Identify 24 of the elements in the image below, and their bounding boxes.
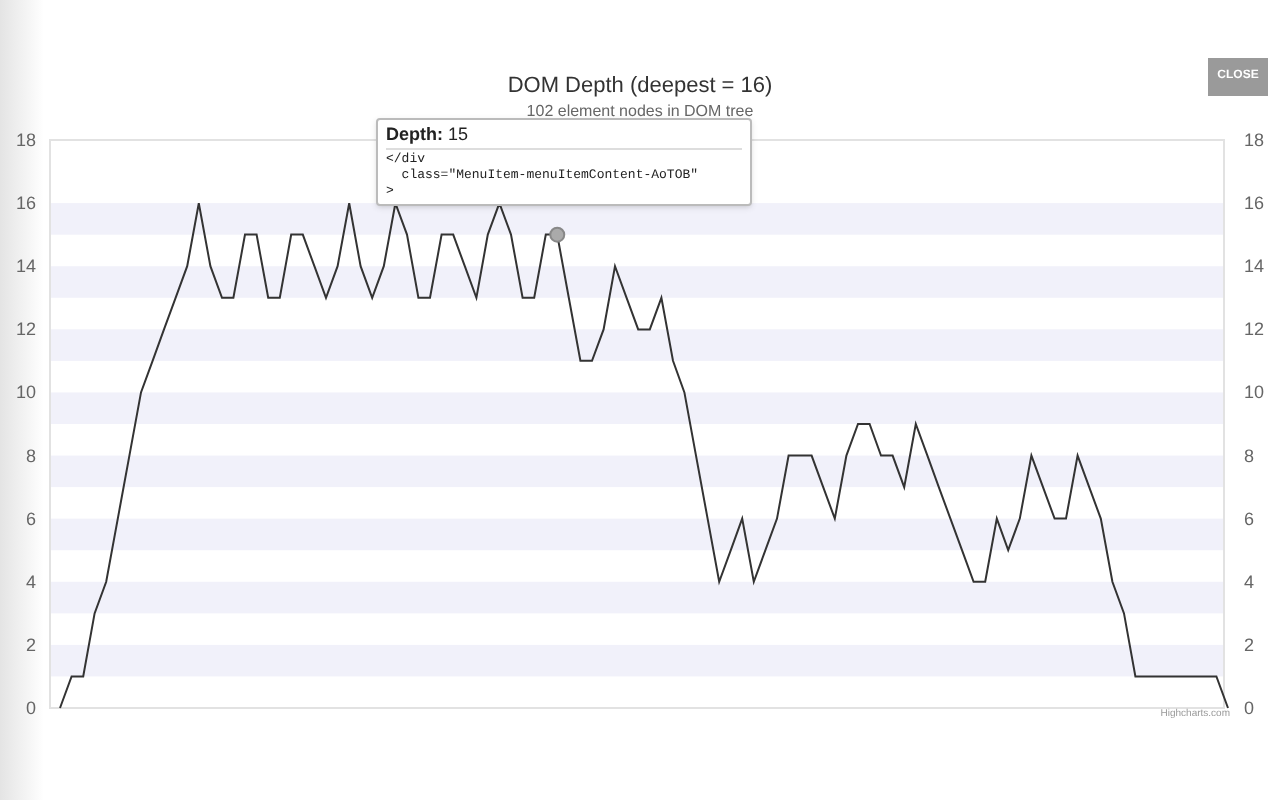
y-tick-label: 0	[1244, 698, 1255, 718]
y-tick-label: 0	[25, 698, 36, 718]
chart-subtitle: 102 element nodes in DOM tree	[526, 100, 754, 122]
y-tick-label: 2	[25, 634, 36, 655]
y-tick-label: 14	[1244, 256, 1265, 277]
y-tick-label: 18	[1244, 130, 1265, 150]
y-tick-label: 6	[25, 508, 36, 529]
y-tick-label: 18	[15, 130, 36, 150]
y-tick-label: 6	[1244, 508, 1255, 529]
y-tick-label: 12	[15, 319, 36, 340]
point-marker	[549, 226, 566, 243]
y-tick-label: 4	[25, 571, 36, 592]
y-tick-label: 16	[15, 193, 36, 214]
y-tick-label: 14	[15, 256, 36, 277]
chart-title: DOM Depth (deepest = 16)	[507, 74, 773, 100]
y-tick-label: 10	[1244, 382, 1265, 403]
y-tick-label: 8	[1244, 445, 1255, 466]
tooltip-heading: Depth: 15	[386, 124, 742, 150]
y-tick-label: 4	[1244, 571, 1255, 592]
y-tick-label: 16	[1244, 193, 1265, 214]
y-tick-label: 12	[1244, 319, 1265, 340]
y-tick-label: 10	[15, 382, 36, 403]
y-tick-label: 8	[25, 445, 36, 466]
y-tick-label: 2	[1244, 634, 1255, 655]
